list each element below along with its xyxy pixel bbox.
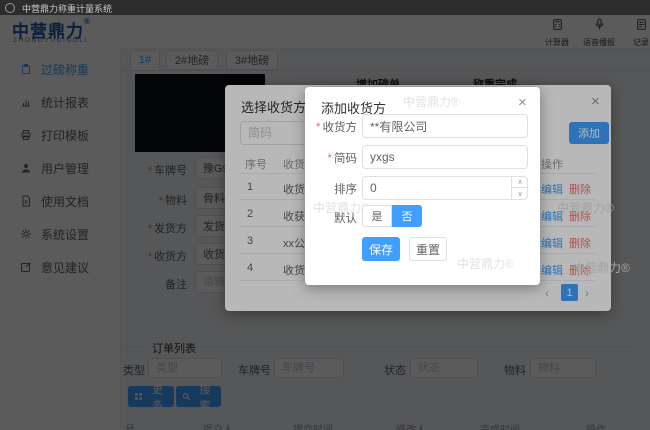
save-button[interactable]: 保存 [362,237,400,261]
screen: 中营鼎力称重计量系统 中营鼎力® ZHONGYUDINGLI 计算器 语音播报 [0,0,650,430]
add-sort-label: 排序 [305,181,357,197]
reset-button[interactable]: 重置 [409,237,447,261]
add-receiver-label: *收货方 [305,119,357,135]
watermark: 中营鼎力® [457,255,514,272]
stepper-up-icon[interactable]: ∧ [512,176,528,188]
add-receiver-dialog: 中营鼎力® 中营鼎力® 中营鼎力® 添加收货方 × *收货方 *简码 排序 ∧ … [305,87,540,285]
add-dialog-close-icon[interactable]: × [518,96,527,110]
browser-titlebar: 中营鼎力称重计量系统 [0,0,650,15]
watermark: 中营鼎力® [403,93,460,110]
add-default-label: 默认 [305,210,357,226]
default-no-button[interactable]: 否 [392,205,422,227]
stepper-down-icon[interactable]: ∨ [512,188,528,199]
browser-tab-title: 中营鼎力称重计量系统 [22,2,112,15]
add-sort-input[interactable] [362,176,528,200]
favicon-icon [5,3,15,13]
add-code-input[interactable] [362,145,528,169]
add-sort-stepper: ∧ ∨ [362,176,528,200]
default-yes-button[interactable]: 是 [362,205,392,227]
add-receiver-input[interactable] [362,114,528,138]
stepper-arrows: ∧ ∨ [511,176,528,200]
add-code-label: *简码 [305,150,357,166]
